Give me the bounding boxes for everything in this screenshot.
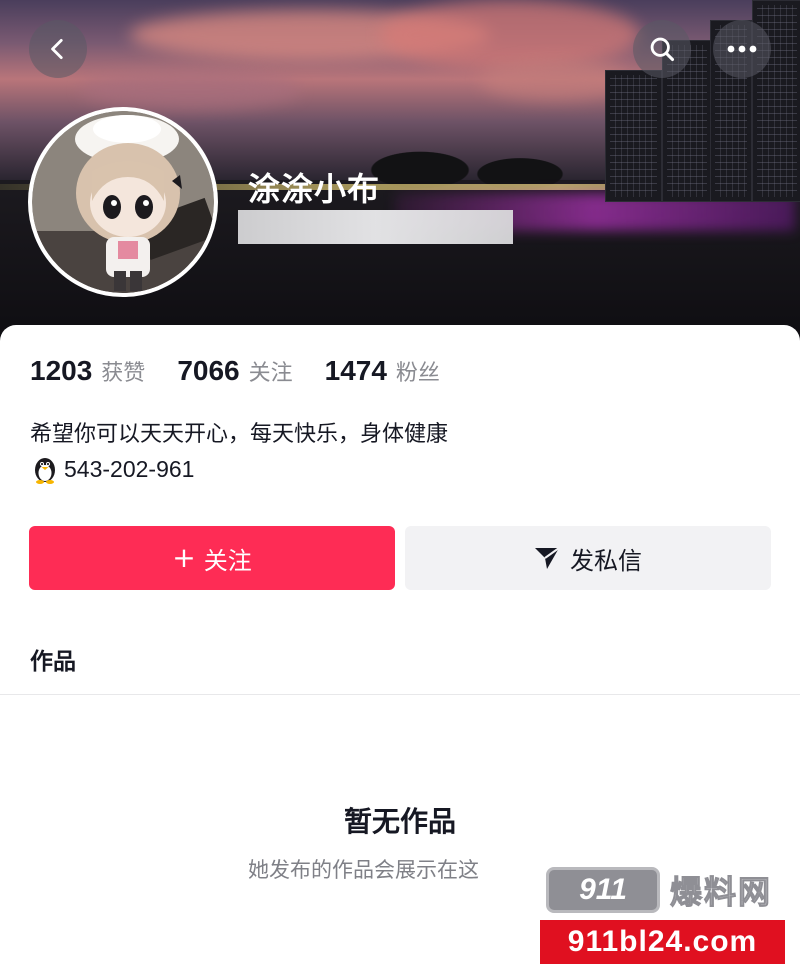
likes-count[interactable]: 1203	[30, 355, 92, 387]
send-icon	[535, 547, 560, 569]
profile-username: 涂涂小布	[248, 170, 381, 208]
qq-contact: 543-202-961	[30, 454, 194, 484]
follow-button-label: 关注	[203, 546, 252, 575]
watermark-banner: 911 爆料网	[540, 864, 785, 916]
empty-state-subtitle: 她发布的作品会展示在这	[248, 858, 479, 882]
message-button[interactable]: 发私信	[405, 526, 771, 590]
chevron-left-icon	[51, 38, 63, 60]
cover-building	[605, 70, 662, 202]
cover-cloud	[80, 70, 300, 110]
watermark-brand: 爆料网	[669, 873, 773, 912]
avatar[interactable]	[28, 107, 218, 297]
redacted-account-id	[238, 210, 513, 244]
qq-number: 543-202-961	[64, 455, 195, 482]
empty-state-title: 暂无作品	[343, 805, 456, 838]
following-count[interactable]: 7066	[177, 355, 239, 387]
cover-cloud	[380, 0, 640, 70]
tab-works[interactable]: 作品	[30, 642, 76, 676]
penguin-icon	[35, 458, 55, 484]
likes-label[interactable]: 获赞	[101, 355, 145, 387]
more-horizontal-icon	[727, 45, 757, 53]
following-label[interactable]: 关注	[249, 355, 293, 387]
watermark-logo: 911	[546, 867, 660, 913]
follow-button[interactable]: + 关注	[29, 526, 395, 590]
plus-icon: +	[172, 541, 196, 574]
more-button[interactable]	[713, 20, 771, 78]
search-button[interactable]	[633, 20, 691, 78]
followers-label[interactable]: 粉丝	[396, 355, 440, 387]
message-button-label: 发私信	[570, 546, 642, 575]
tab-divider	[0, 694, 800, 695]
site-watermark: 911 爆料网 911bl24.com	[540, 864, 785, 964]
back-button[interactable]	[29, 20, 87, 78]
profile-bio: 希望你可以天天开心，每天快乐，身体健康	[30, 422, 449, 447]
watermark-url: 911bl24.com	[540, 920, 785, 964]
search-icon	[650, 37, 675, 62]
avatar-chibi-image	[32, 111, 214, 293]
profile-stats: 1203 获赞 7066 关注 1474 粉丝	[30, 355, 472, 387]
followers-count[interactable]: 1474	[325, 355, 387, 387]
